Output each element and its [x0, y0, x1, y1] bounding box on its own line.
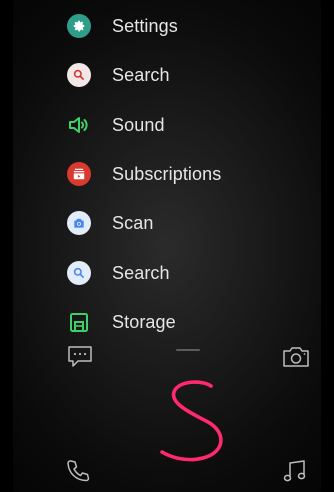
phone-icon[interactable] [65, 458, 91, 484]
app-label-scan: Scan [112, 212, 154, 233]
app-label-subscriptions: Subscriptions [112, 163, 222, 184]
app-label-storage: Storage [112, 311, 176, 332]
app-label-search: Search [112, 64, 170, 85]
settings-icon [67, 14, 91, 38]
gesture-letter-s [160, 380, 223, 462]
app-label-search-2: Search [112, 262, 170, 283]
subscriptions-icon [67, 162, 91, 186]
search-icon [67, 63, 91, 87]
camera-icon[interactable] [282, 345, 310, 369]
search-icon [67, 261, 91, 285]
drawer-handle[interactable] [176, 349, 200, 351]
screen: Settings Search Sound Subscriptions Scan… [0, 0, 334, 492]
app-item-storage[interactable]: Storage [67, 305, 307, 339]
app-item-scan[interactable]: Scan [67, 206, 307, 240]
app-item-subscriptions[interactable]: Subscriptions [67, 157, 307, 191]
storage-icon [67, 310, 91, 334]
app-item-settings[interactable]: Settings [67, 9, 307, 43]
app-label-sound: Sound [112, 114, 165, 135]
app-item-search-2[interactable]: Search [67, 256, 307, 290]
app-label-settings: Settings [112, 15, 178, 36]
message-icon[interactable] [67, 345, 93, 369]
scan-icon [67, 211, 91, 235]
app-item-sound[interactable]: Sound [67, 108, 307, 142]
launcher-screen: Settings Search Sound Subscriptions Scan… [13, 0, 321, 492]
music-icon[interactable] [282, 458, 308, 484]
app-item-search[interactable]: Search [67, 58, 307, 92]
sound-icon [67, 113, 91, 137]
